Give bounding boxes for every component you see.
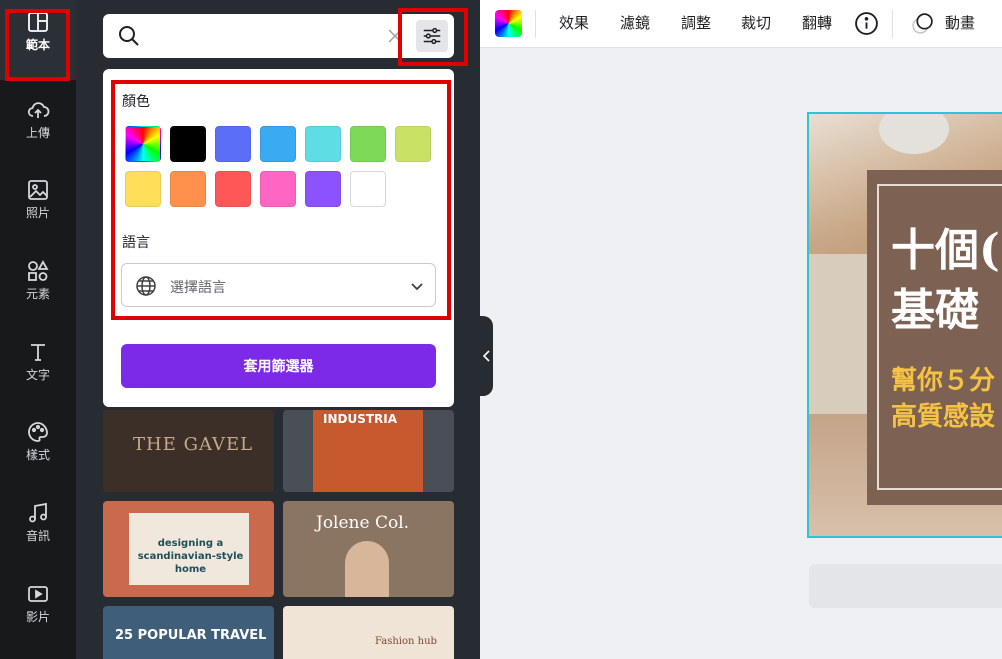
rail-label: 照片 bbox=[25, 206, 50, 220]
color-swatch-purple[interactable] bbox=[305, 171, 341, 207]
rail-item-styles[interactable]: 樣式 bbox=[0, 410, 76, 490]
search-input[interactable] bbox=[151, 22, 371, 50]
video-icon bbox=[28, 586, 48, 602]
color-swatch-yellow[interactable] bbox=[125, 171, 161, 207]
template-thumbnail[interactable]: THE GAVEL bbox=[103, 410, 274, 492]
animate-button[interactable]: 動畫 bbox=[945, 12, 975, 33]
animate-icon bbox=[912, 13, 933, 34]
color-swatch-red[interactable] bbox=[215, 171, 251, 207]
language-placeholder: 選擇語言 bbox=[170, 280, 226, 296]
apply-filter-button[interactable]: 套用篩選器 bbox=[121, 344, 436, 388]
color-swatch-pink[interactable] bbox=[260, 171, 296, 207]
thumbnail-title: 25 POPULAR TRAVEL bbox=[115, 628, 267, 643]
adjust-button[interactable]: 調整 bbox=[681, 12, 711, 33]
headline-line-1[interactable]: 十個( bbox=[891, 214, 1000, 278]
template-thumbnail[interactable]: Fashion hub bbox=[283, 606, 454, 659]
rail-label: 元素 bbox=[25, 287, 50, 301]
upload-icon bbox=[27, 102, 50, 118]
search-icon bbox=[119, 26, 139, 46]
color-section-title: 顏色 bbox=[122, 94, 150, 110]
rail-item-video[interactable]: 影片 bbox=[0, 572, 76, 652]
template-thumbnail[interactable]: INDUSTRIA bbox=[283, 410, 454, 492]
templates-panel: THE GAVEL INDUSTRIA designing a scandina… bbox=[76, 0, 480, 659]
sliders-icon bbox=[423, 27, 441, 45]
language-select[interactable]: 選擇語言 bbox=[121, 263, 436, 307]
template-icon bbox=[28, 12, 48, 32]
chevron-left-icon bbox=[482, 350, 490, 362]
color-swatch-rainbow[interactable] bbox=[125, 126, 161, 162]
color-swatch-turquoise[interactable] bbox=[305, 126, 341, 162]
photo-icon bbox=[28, 180, 48, 200]
template-thumbnail[interactable]: Jolene Col. bbox=[283, 501, 454, 597]
template-thumbnail[interactable]: 25 POPULAR TRAVEL bbox=[103, 606, 274, 659]
crop-button[interactable]: 裁切 bbox=[741, 12, 771, 33]
collapse-panel-button[interactable] bbox=[480, 316, 493, 396]
color-swatch-white[interactable] bbox=[350, 171, 386, 207]
rail-item-photos[interactable]: 照片 bbox=[0, 168, 76, 248]
add-page-bar[interactable] bbox=[809, 564, 1002, 608]
rail-label: 文字 bbox=[25, 368, 50, 382]
toolbar-divider bbox=[535, 10, 536, 38]
color-swatch-light-blue[interactable] bbox=[260, 126, 296, 162]
color-swatch-blue[interactable] bbox=[215, 126, 251, 162]
template-thumbnail[interactable]: designing a scandinavian-style home bbox=[103, 501, 274, 597]
color-picker-icon[interactable] bbox=[495, 10, 522, 37]
color-swatch-lime[interactable] bbox=[395, 126, 431, 162]
thumbnail-title: THE GAVEL bbox=[133, 434, 254, 455]
rail-label: 影片 bbox=[25, 610, 50, 624]
thumbnail-title: Fashion hub bbox=[375, 636, 437, 647]
flip-button[interactable]: 翻轉 bbox=[802, 12, 832, 33]
music-icon bbox=[29, 502, 47, 523]
language-section-title: 語言 bbox=[122, 235, 150, 251]
rail-item-elements[interactable]: 元素 bbox=[0, 249, 76, 329]
filter-popover: 顏色 語言 選擇語言 套用篩選器 bbox=[103, 69, 454, 407]
info-icon[interactable] bbox=[854, 11, 879, 36]
search-bar bbox=[103, 14, 454, 58]
rail-item-upload[interactable]: 上傳 bbox=[0, 88, 76, 168]
headline-line-2[interactable]: 基礎 bbox=[891, 274, 979, 338]
subheadline-line-2[interactable]: 高質感設 bbox=[891, 396, 995, 433]
color-swatch-orange[interactable] bbox=[170, 171, 206, 207]
elements-icon bbox=[28, 260, 49, 281]
thumbnail-title: Jolene Col. bbox=[316, 513, 410, 533]
chevron-down-icon bbox=[411, 283, 423, 291]
rail-label: 音訊 bbox=[25, 529, 50, 543]
filters-button[interactable]: 濾鏡 bbox=[620, 12, 650, 33]
subheadline-line-1[interactable]: 幫你５分 bbox=[891, 360, 995, 397]
rail-item-templates[interactable]: 範本 bbox=[0, 0, 76, 80]
close-icon[interactable] bbox=[386, 27, 404, 45]
left-rail: 範本 上傳 照片 元素 文字 樣式 音訊 影片 bbox=[0, 0, 76, 659]
design-text-card[interactable]: 十個( 基礎 幫你５分 高質感設 bbox=[867, 170, 1002, 505]
color-swatch-black[interactable] bbox=[170, 126, 206, 162]
filter-button[interactable] bbox=[416, 20, 448, 52]
thumbnail-title: INDUSTRIA bbox=[323, 412, 398, 426]
toolbar-divider bbox=[892, 10, 893, 38]
color-swatch-green[interactable] bbox=[350, 126, 386, 162]
rail-label: 樣式 bbox=[25, 448, 50, 462]
rail-item-audio[interactable]: 音訊 bbox=[0, 491, 76, 571]
thumbnail-title: designing a scandinavian-style home bbox=[137, 538, 244, 575]
rail-label: 範本 bbox=[25, 38, 50, 52]
globe-icon bbox=[136, 276, 156, 296]
rail-item-text[interactable]: 文字 bbox=[0, 330, 76, 410]
design-canvas[interactable]: 十個( 基礎 幫你５分 高質感設 bbox=[807, 112, 1002, 538]
editor-toolbar: 效果 濾鏡 調整 裁切 翻轉 動畫 bbox=[480, 0, 1002, 48]
palette-icon bbox=[28, 422, 48, 442]
rail-label: 上傳 bbox=[25, 126, 50, 140]
text-icon bbox=[31, 344, 45, 361]
effects-button[interactable]: 效果 bbox=[559, 12, 589, 33]
